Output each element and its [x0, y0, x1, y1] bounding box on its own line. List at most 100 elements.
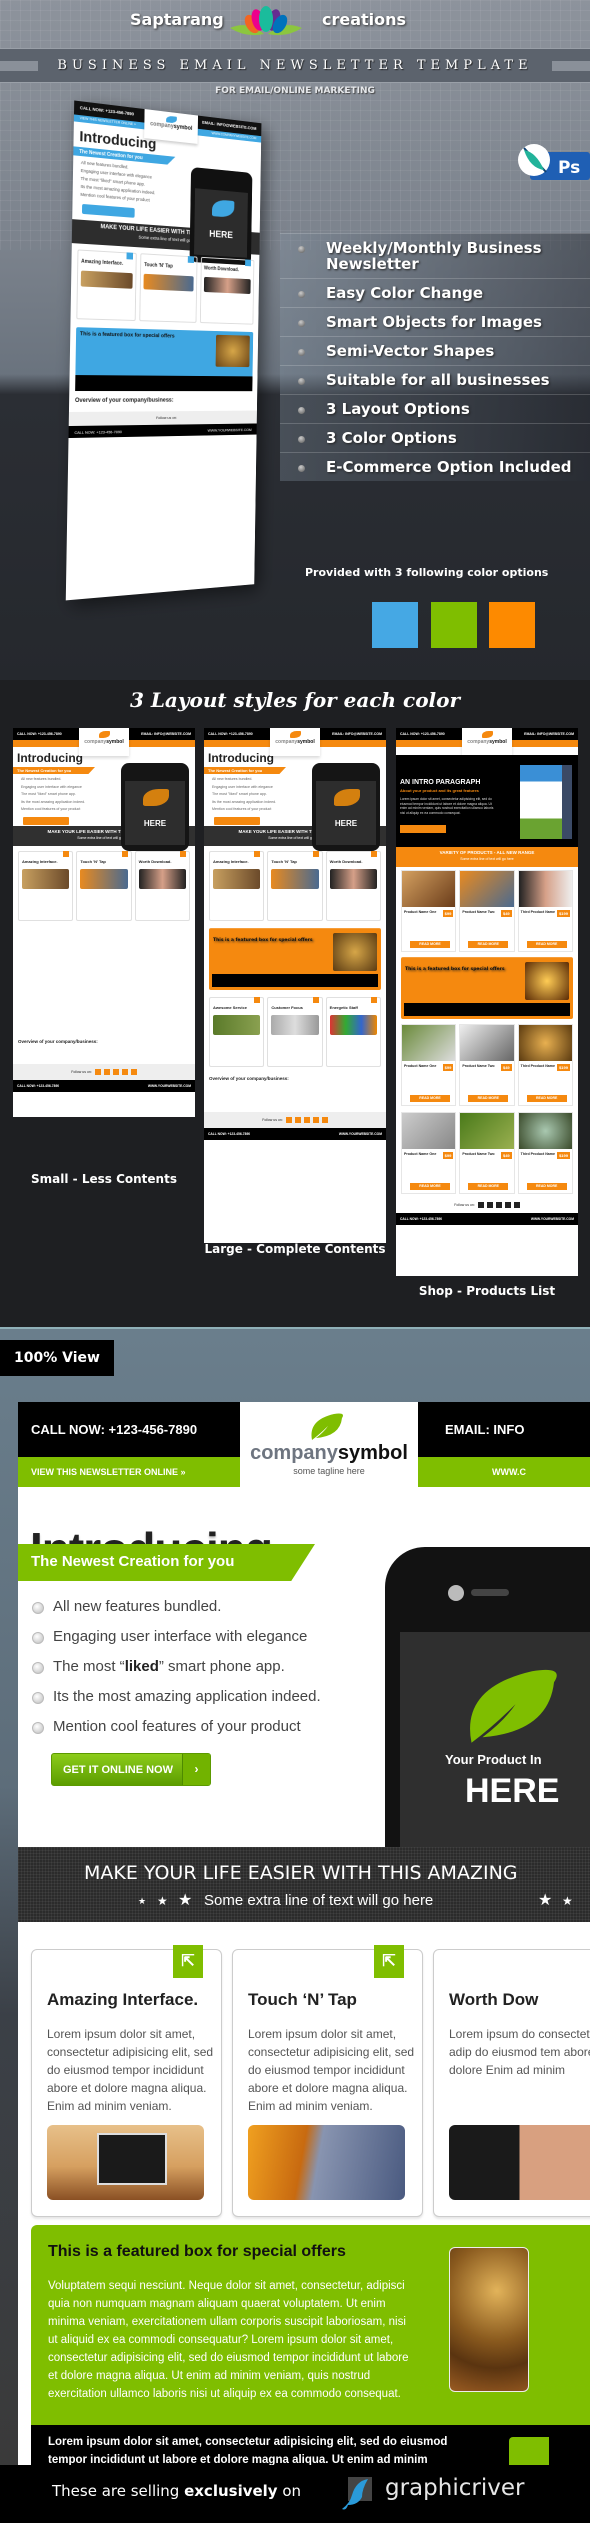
youtube-icon — [112, 1068, 119, 1075]
read-more-button: READ MORE — [410, 1095, 450, 1102]
overview-title: Overview of your company/business: — [18, 1039, 98, 1044]
bullet-text: Engaging user interface with elegance — [53, 1628, 308, 1645]
feature-label: Weekly/Monthly Business Newsletter — [326, 239, 542, 273]
youtube-icon — [303, 1117, 310, 1124]
color-swatch-orange[interactable] — [489, 602, 535, 648]
overview-title: Overview of your company/business: — [74, 397, 174, 404]
get-it-online-button[interactable]: GET IT ONLINE NOW › — [51, 1753, 211, 1786]
feature-card: ⇱ Touch ‘N’ Tap Lorem ipsum dolor sit am… — [232, 1945, 423, 2217]
feature-label: 3 Color Options — [326, 429, 457, 447]
layout-featured-box: This is a featured box for special offer… — [401, 957, 573, 1019]
skype-icon — [121, 1068, 128, 1075]
layout-logo: companysymbol — [462, 728, 512, 756]
external-link-icon — [312, 850, 319, 857]
featured-black-bar — [75, 375, 253, 392]
company-logo[interactable]: companysymbol some tagline here — [240, 1402, 418, 1512]
product-image — [402, 871, 456, 907]
layout-caption-large: Large - Complete Contents — [204, 1242, 386, 1256]
sell-post: on — [277, 2482, 302, 2500]
product-price: $49 — [500, 1152, 512, 1159]
sell-bold: exclusively — [184, 2482, 278, 2500]
call-now[interactable]: CALL NOW: +123-456-7890 — [31, 1422, 197, 1437]
website-link[interactable]: WWW.C — [492, 1467, 526, 1477]
card-title: Worth Dow — [449, 1990, 539, 2009]
feature-item: Weekly/Monthly Business Newsletter — [280, 233, 590, 278]
coins-image — [215, 334, 250, 368]
external-link-icon[interactable]: ⇱ — [374, 1945, 404, 1978]
car-image — [248, 2125, 405, 2200]
markers-image — [329, 1014, 377, 1035]
featured-black-bar — [212, 973, 378, 987]
preview-cta-button — [81, 203, 135, 218]
product-row: Product Name One $99 READ MORE Product Nam… — [396, 1021, 578, 1109]
product-price: $199 — [557, 910, 570, 917]
column-title: Amazing Interface. — [81, 258, 124, 267]
chevron-right-icon: › — [182, 1754, 210, 1785]
external-link-icon — [370, 996, 377, 1003]
camera-icon — [448, 1585, 464, 1601]
phone-here: HERE — [209, 229, 233, 242]
feature-item: E-Commerce Option Included — [280, 452, 590, 481]
bullet-icon — [298, 246, 305, 253]
layout-call: CALL NOW: +123-456-7890 — [208, 732, 253, 736]
read-more-button: READ MORE — [468, 1183, 509, 1190]
graphicriver-fish-icon — [342, 2477, 372, 2510]
layout-bottom-bar: CALL NOW: +123-456-7890 WWW.YOURWEBSITE.C… — [204, 1128, 386, 1141]
layout-follow: Follow us on: — [13, 1063, 195, 1080]
external-link-icon[interactable]: ⇱ — [173, 1945, 203, 1978]
card-title: Amazing Interface. — [47, 1990, 199, 2009]
laptop-image — [47, 2125, 204, 2200]
lotus-icon — [230, 6, 302, 36]
product-image — [518, 871, 572, 907]
product-card: Product Name Two $49 READ MORE — [459, 1112, 515, 1194]
logo-bold: symbol — [297, 739, 315, 745]
coins-image — [333, 932, 377, 971]
external-link-icon — [121, 850, 128, 857]
color-options-label: Provided with 3 following color options — [305, 566, 549, 579]
layouts-section: 3 Layout styles for each color CALL NOW:… — [0, 680, 590, 1320]
view-online-link[interactable]: VIEW THIS NEWSLETTER ONLINE » — [31, 1467, 186, 1477]
email-contact[interactable]: EMAIL: INFO — [445, 1422, 524, 1437]
title-band: BUSINESS EMAIL NEWSLETTER TEMPLATE — [0, 48, 590, 83]
logo-text: companysymbol — [240, 1442, 418, 1465]
laptop-image — [213, 868, 261, 889]
view-badge: 100% View — [0, 1340, 114, 1376]
feature-bullets: All new features bundled. Engaging user … — [32, 1592, 321, 1742]
layout-call: CALL NOW: +123-456-7890 — [17, 732, 62, 736]
layout-call: CALL NOW: +123-456-7890 — [400, 732, 445, 736]
bullet-icon — [298, 407, 305, 414]
phone-here: HERE — [334, 819, 358, 828]
column-image — [143, 273, 194, 292]
layout-column: Worth Download. — [134, 850, 190, 921]
bullet-item: Mention cool features of your product — [32, 1712, 321, 1742]
star-icon: ★ — [178, 1892, 193, 1909]
button-label: GET IT ONLINE NOW — [63, 1764, 173, 1776]
bullet-text: All new features bundled. — [53, 1598, 222, 1615]
layout-ribbon: The Newest Creation for you — [204, 767, 286, 774]
follow-label: Follow us on: — [262, 1118, 283, 1123]
skype-icon — [312, 1117, 319, 1124]
product-image — [460, 871, 514, 907]
layout-overview: Overview of your company/business: — [204, 1072, 386, 1089]
color-swatch-green[interactable] — [431, 602, 477, 648]
product-price: $99 — [442, 1152, 454, 1159]
graphicriver-logo[interactable]: graphicriver — [385, 2475, 524, 2501]
footer-www: WWW.YOURWEBSITE.COM — [338, 1132, 382, 1137]
product-card: Third Product Name $199 READ MORE — [517, 1024, 573, 1106]
color-swatch-blue[interactable] — [372, 602, 418, 648]
preview-logo: companysymbol — [144, 109, 199, 144]
column-title: Energetic Staff — [329, 1004, 358, 1010]
bullet-text: Its the most amazing application indeed. — [53, 1688, 321, 1705]
star-icon: ★ — [562, 1894, 573, 1908]
layout-column: Worth Download. — [325, 850, 381, 921]
bullet-icon — [298, 291, 305, 298]
footer-www: WWW.YOURWEBSITE.COM — [530, 1217, 574, 1221]
bullet-item: All new features bundled. — [32, 1592, 321, 1622]
card-title: Touch ‘N’ Tap — [248, 1990, 357, 2009]
product-image — [460, 1025, 514, 1061]
bullet-text: ” smart phone app. — [158, 1658, 285, 1675]
bullet-bold: liked — [124, 1658, 159, 1675]
layout-caption-shop: Shop - Products List — [418, 1284, 556, 1298]
layout-logo: companysymbol — [270, 728, 320, 756]
logo-light: company — [84, 739, 107, 745]
